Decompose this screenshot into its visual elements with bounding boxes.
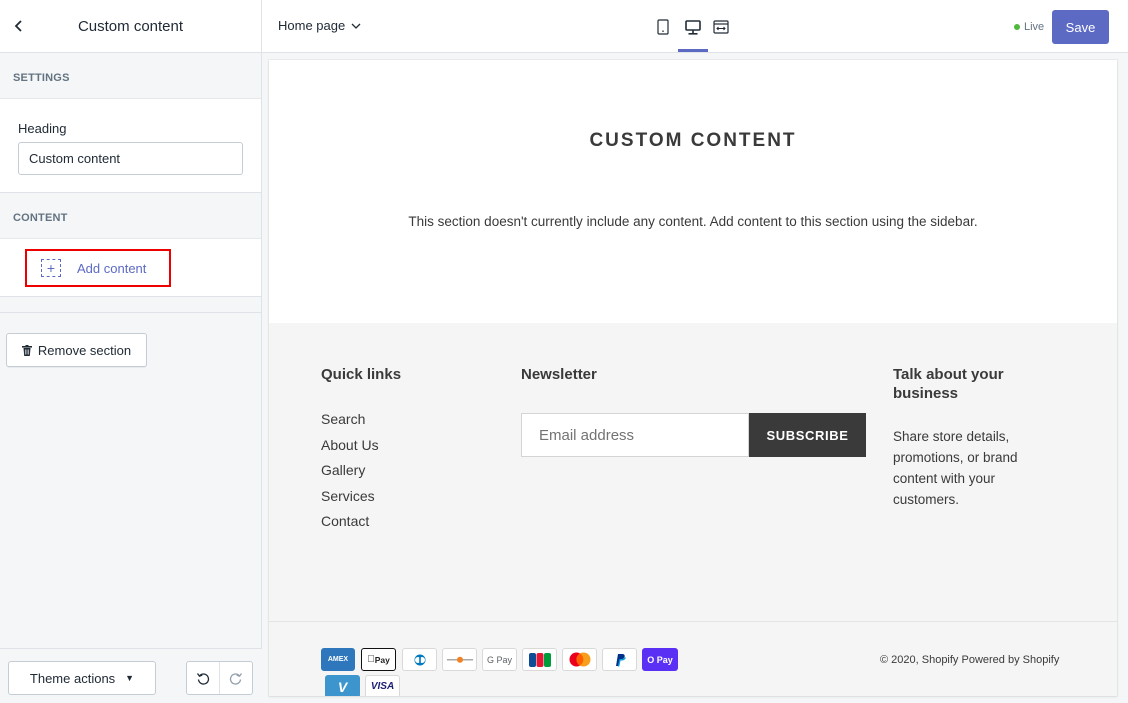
quick-links-list: Search About Us Gallery Services Contact <box>321 411 379 539</box>
page-selector[interactable]: Home page <box>278 18 361 33</box>
quick-links-heading: Quick links <box>321 366 402 383</box>
footer-link-services[interactable]: Services <box>321 488 379 514</box>
shop-pay-icon: O Pay <box>642 648 678 671</box>
mobile-icon <box>657 19 669 35</box>
footer-link-search[interactable]: Search <box>321 411 379 437</box>
newsletter-email-input[interactable]: Email address <box>521 413 749 457</box>
footer-link-gallery[interactable]: Gallery <box>321 462 379 488</box>
live-status: Live <box>1014 21 1044 33</box>
amex-icon: AMEX <box>321 648 355 671</box>
live-dot-icon <box>1014 24 1020 30</box>
undo-redo-group <box>186 661 253 695</box>
apple-pay-icon: Pay <box>361 648 396 671</box>
diners-club-icon <box>402 648 437 671</box>
heading-field-label: Heading <box>18 121 67 136</box>
desktop-view-button[interactable] <box>682 16 704 38</box>
subscribe-button[interactable]: SUBSCRIBE <box>749 413 866 457</box>
add-content-button[interactable]: + Add content <box>25 249 171 287</box>
full-width-view-button[interactable] <box>710 16 732 38</box>
discover-icon <box>442 648 477 671</box>
copyright-text: © 2020, Shopify Powered by Shopify <box>880 654 1060 666</box>
divider <box>0 297 261 313</box>
editor-topbar: Home page Live Save <box>262 0 1128 53</box>
settings-section-label: SETTINGS <box>0 53 261 99</box>
custom-content-title: CUSTOM CONTENT <box>589 130 797 151</box>
trash-icon <box>21 344 32 356</box>
visa-icon: VISA <box>365 675 400 696</box>
sidebar-footer: Theme actions ▼ <box>0 648 262 703</box>
live-status-label: Live <box>1024 21 1045 33</box>
business-heading: Talk about your business <box>893 366 1004 402</box>
active-device-indicator <box>678 49 708 52</box>
paypal-icon <box>602 648 637 671</box>
newsletter-heading: Newsletter <box>521 366 597 383</box>
save-button[interactable]: Save <box>1052 10 1109 44</box>
sidebar-title: Custom content <box>77 17 184 35</box>
undo-icon <box>196 673 210 685</box>
editor-sidebar: Custom content SETTINGS Heading Custom c… <box>0 0 262 703</box>
custom-content-body: This section doesn't currently include a… <box>408 214 978 229</box>
page-selector-label: Home page <box>278 18 346 33</box>
theme-actions-button[interactable]: Theme actions ▼ <box>8 661 156 695</box>
redo-icon <box>229 673 243 685</box>
content-section-label: CONTENT <box>0 193 261 239</box>
footer-link-about-us[interactable]: About Us <box>321 437 379 463</box>
chevron-down-icon <box>351 23 361 29</box>
content-blocks-panel: + Add content <box>0 239 261 297</box>
heading-input[interactable]: Custom content <box>18 142 243 175</box>
store-preview: CUSTOM CONTENT This section doesn't curr… <box>269 60 1117 696</box>
mobile-view-button[interactable] <box>652 16 674 38</box>
google-pay-icon: G Pay <box>482 648 517 671</box>
store-footer: Quick links Search About Us Gallery Serv… <box>269 323 1117 696</box>
mastercard-icon <box>562 648 597 671</box>
jcb-icon <box>522 648 557 671</box>
footer-divider <box>269 621 1117 622</box>
expand-horizontal-icon <box>713 20 729 34</box>
add-content-label: Add content <box>77 260 147 276</box>
footer-link-contact[interactable]: Contact <box>321 513 379 539</box>
heading-setting: Heading Custom content <box>0 99 261 193</box>
theme-actions-label: Theme actions <box>29 670 116 686</box>
redo-button[interactable] <box>219 662 252 694</box>
desktop-icon <box>685 19 701 35</box>
remove-section-label: Remove section <box>37 342 132 358</box>
venmo-icon: V <box>325 675 360 696</box>
add-block-icon: + <box>41 259 61 277</box>
business-text: Share store details, promotions, or bran… <box>893 429 1018 507</box>
undo-button[interactable] <box>187 662 219 694</box>
caret-down-icon: ▼ <box>125 673 135 683</box>
sidebar-header: Custom content <box>0 0 261 53</box>
remove-section-button[interactable]: Remove section <box>6 333 147 367</box>
